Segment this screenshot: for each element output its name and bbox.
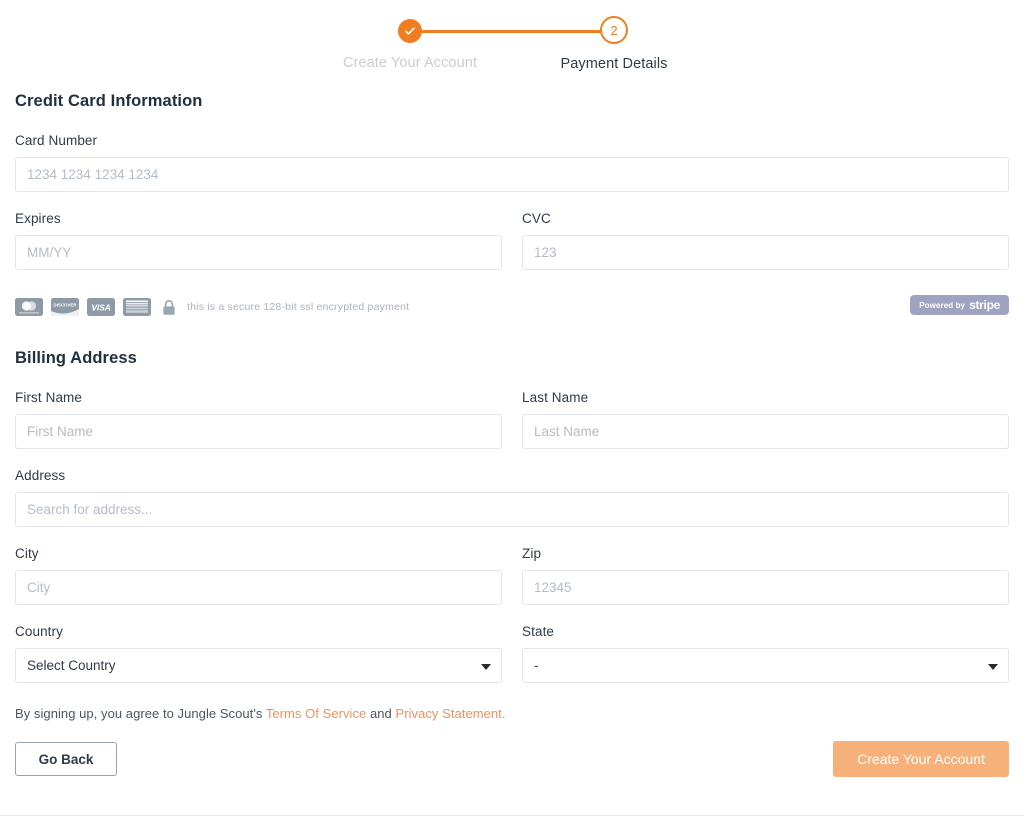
stripe-badge: Powered by stripe — [910, 295, 1009, 315]
cvc-input[interactable] — [522, 235, 1009, 270]
legal-prefix: By signing up, you agree to Jungle Scout… — [15, 706, 266, 721]
signup-stepper: Create Your Account 2 Payment Details — [0, 0, 1024, 92]
stripe-powered-by-label: Powered by — [919, 300, 966, 310]
field-city: City — [15, 546, 502, 605]
cvc-label: CVC — [522, 211, 551, 226]
field-address: Address — [15, 468, 1009, 527]
svg-text:DISCOVER: DISCOVER — [54, 302, 78, 307]
stepper-step-payment-details[interactable]: 2 Payment Details — [484, 0, 744, 72]
city-label: City — [15, 546, 39, 561]
field-expires: Expires — [15, 211, 502, 270]
expires-input[interactable] — [15, 235, 502, 270]
first-name-input[interactable] — [15, 414, 502, 449]
state-select[interactable]: - — [522, 648, 1009, 683]
step-2-number-badge: 2 — [600, 16, 628, 44]
zip-input[interactable] — [522, 570, 1009, 605]
mastercard-icon — [15, 298, 43, 316]
amex-icon — [123, 298, 151, 316]
city-input[interactable] — [15, 570, 502, 605]
country-select[interactable]: Select Country — [15, 648, 502, 683]
accepted-card-logos: DISCOVER VISA — [15, 298, 151, 316]
field-country: Country Select Country — [15, 624, 502, 683]
discover-icon: DISCOVER — [51, 298, 79, 316]
billing-address-section-title: Billing Address — [15, 349, 137, 367]
field-state: State - — [522, 624, 1009, 683]
svg-text:VISA: VISA — [91, 302, 110, 312]
last-name-label: Last Name — [522, 390, 589, 405]
field-card-number: Card Number — [15, 133, 1009, 192]
name-row: First Name Last Name — [15, 390, 1009, 468]
field-last-name: Last Name — [522, 390, 1009, 449]
terms-of-service-link[interactable]: Terms Of Service — [266, 706, 366, 721]
country-state-row: Country Select Country State - — [15, 624, 1009, 702]
card-number-label: Card Number — [15, 133, 98, 148]
go-back-button[interactable]: Go Back — [15, 742, 117, 776]
lock-icon — [162, 299, 176, 316]
last-name-input[interactable] — [522, 414, 1009, 449]
visa-icon: VISA — [87, 298, 115, 316]
zip-label: Zip — [522, 546, 542, 561]
expires-label: Expires — [15, 211, 61, 226]
address-label: Address — [15, 468, 66, 483]
address-search-input[interactable] — [15, 492, 1009, 527]
legal-agreement-text: By signing up, you agree to Jungle Scout… — [15, 706, 1009, 721]
expiry-cvc-row: Expires CVC — [15, 211, 1009, 289]
credit-card-section-title: Credit Card Information — [15, 92, 203, 110]
secure-payment-row: DISCOVER VISA this is a secure 128-bit s… — [15, 294, 1009, 320]
step-2-label: Payment Details — [560, 56, 668, 72]
field-first-name: First Name — [15, 390, 502, 449]
first-name-label: First Name — [15, 390, 83, 405]
stripe-wordmark: stripe — [969, 298, 1000, 312]
field-cvc: CVC — [522, 211, 1009, 270]
state-label: State — [522, 624, 555, 639]
form-actions: Go Back Create Your Account — [15, 741, 1009, 777]
privacy-statement-link[interactable]: Privacy Statement. — [396, 706, 506, 721]
footer-divider — [0, 815, 1024, 816]
city-zip-row: City Zip — [15, 546, 1009, 624]
secure-payment-text: this is a secure 128-bit ssl encrypted p… — [187, 301, 410, 313]
card-number-input[interactable] — [15, 157, 1009, 192]
country-label: Country — [15, 624, 63, 639]
create-your-account-button[interactable]: Create Your Account — [833, 741, 1009, 777]
payment-form: Credit Card Information Card Number Expi… — [0, 92, 1024, 777]
step-1-completed-badge — [398, 19, 422, 43]
legal-middle: and — [366, 706, 396, 721]
field-zip: Zip — [522, 546, 1009, 605]
